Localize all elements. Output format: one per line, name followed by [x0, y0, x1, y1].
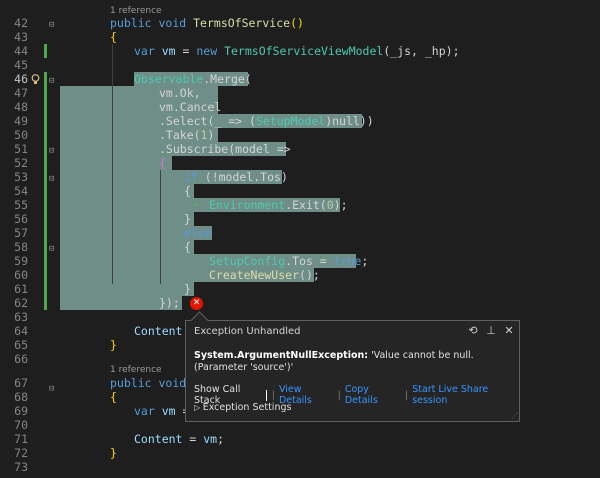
live-share-link[interactable]: Start Live Share session: [412, 384, 519, 406]
step-arrow-icon: ▸: [194, 200, 199, 209]
code-line: {: [110, 30, 117, 44]
code-line: }: [184, 212, 191, 226]
code-editor[interactable]: ⊟ ⊟ ⊟ ⊟ ⊟ ⊟ 1 reference 1 reference 42 4…: [0, 0, 600, 478]
line-number: 45: [14, 58, 28, 72]
exception-popup: Exception Unhandled ⟲ ⊥ ✕ System.Argumen…: [185, 311, 520, 422]
code-line: if (!model.Tos): [184, 170, 288, 184]
code-line: vm.Ok,: [159, 86, 201, 100]
code-line: }: [110, 446, 117, 460]
code-line: .Subscribe(model =>: [159, 142, 291, 156]
code-line: });: [159, 296, 180, 310]
history-icon[interactable]: ⟲: [467, 324, 479, 337]
separator: |: [337, 389, 341, 401]
popup-title: Exception Unhandled: [194, 326, 301, 337]
separator: |: [404, 389, 409, 401]
exception-settings-toggle[interactable]: ▷ Exception Settings: [194, 402, 291, 413]
code-line: {: [159, 156, 166, 170]
code-line: var vm = new TermsOfServiceViewModel(_js…: [134, 44, 460, 58]
code-line: public void TermsOfService(): [110, 16, 304, 30]
code-line: {: [184, 184, 191, 198]
line-number: 63: [14, 310, 28, 324]
code-line: else: [184, 226, 212, 240]
line-number: 66: [14, 352, 28, 366]
code-line: vm.Cancel: [159, 100, 222, 114]
code-line: }: [110, 338, 117, 352]
text-cursor: [265, 389, 267, 401]
code-line: .Take(1): [159, 128, 215, 142]
copy-details-link[interactable]: Copy Details: [345, 384, 401, 406]
pin-icon[interactable]: ⊥: [485, 324, 497, 337]
code-line: .Select(_ => (SetupModel)null)): [159, 114, 374, 128]
resize-grip-icon[interactable]: ⋰: [511, 413, 518, 420]
code-line: {: [184, 240, 191, 254]
code-line: Content = vm;: [134, 432, 225, 446]
code-line: Environment.Exit(0);: [209, 198, 348, 212]
code-line: {: [110, 390, 117, 404]
chevron-right-icon: ▷: [194, 403, 203, 412]
line-number: 70: [14, 418, 28, 432]
code-line: Observable.Merge(: [134, 72, 252, 86]
code-line: public void: [110, 376, 187, 390]
exception-message: System.ArgumentNullException: 'Value can…: [194, 350, 474, 373]
code-line: SetupConfig.Tos = true;: [209, 254, 369, 268]
error-icon[interactable]: ✕: [190, 297, 203, 310]
code-line: Content: [134, 324, 183, 338]
close-icon[interactable]: ✕: [503, 324, 515, 337]
code-line: var vm =: [134, 404, 190, 418]
code-line: }: [184, 282, 191, 296]
code-line: CreateNewUser();: [209, 268, 320, 282]
line-number: 73: [14, 460, 28, 474]
separator: |: [271, 389, 275, 401]
popup-toolbar: ⟲ ⊥ ✕: [467, 324, 515, 337]
